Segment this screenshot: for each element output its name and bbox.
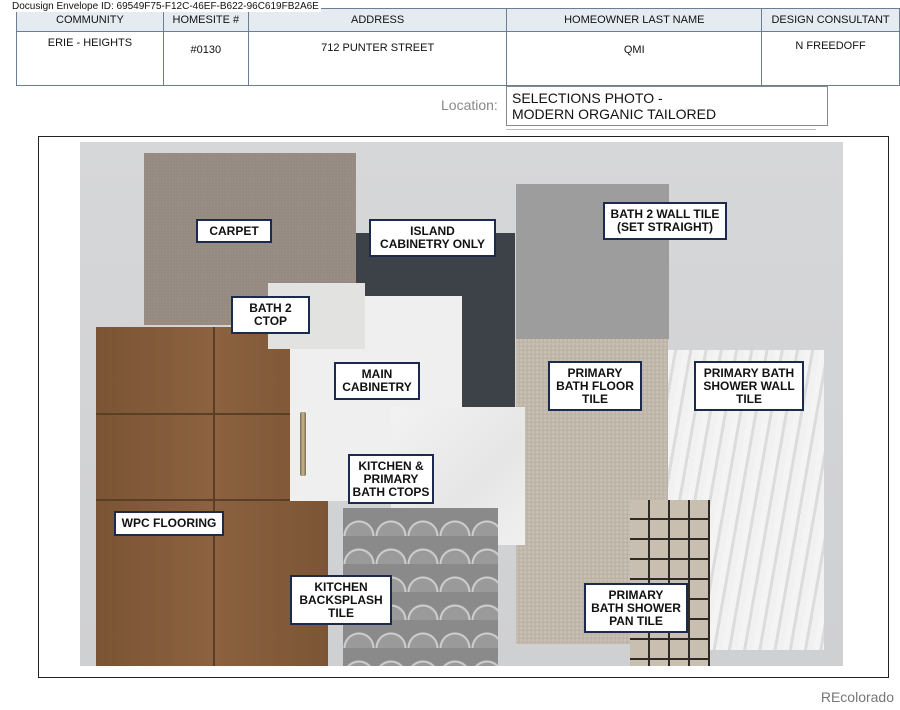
header-homeowner: HOMEOWNER LAST NAME [506,8,763,32]
label-bath2-ctop: BATH 2 CTOP [231,296,310,334]
cabinet-handle [300,412,306,476]
value-address: 712 PUNTER STREET [247,31,508,86]
location-underline [506,129,816,130]
label-kitchen-backsplash-tile: KITCHEN BACKSPLASH TILE [290,575,392,625]
label-carpet: CARPET [196,219,272,243]
location-line-1: SELECTIONS PHOTO - [512,90,663,106]
recolorado-brand: REcolorado [820,689,894,705]
label-kitchen-primary-ctops: KITCHEN & PRIMARY BATH CTOPS [348,454,434,504]
label-primary-bath-shower-wall-tile: PRIMARY BATH SHOWER WALL TILE [694,361,804,411]
location-label: Location: [441,97,498,113]
label-primary-bath-shower-pan-tile: PRIMARY BATH SHOWER PAN TILE [584,583,688,633]
docusign-envelope-id: Docusign Envelope ID: 69549F75-F12C-46EF… [10,1,321,12]
label-primary-bath-floor-tile: PRIMARY BATH FLOOR TILE [548,361,642,411]
label-wpc-flooring: WPC FLOORING [114,511,224,536]
value-homesite: #0130 [162,31,249,86]
header-consultant: DESIGN CONSULTANT [761,8,900,32]
label-bath2-wall-tile: BATH 2 WALL TILE (SET STRAIGHT) [603,202,727,240]
location-value-box: SELECTIONS PHOTO - MODERN ORGANIC TAILOR… [506,86,828,126]
value-consultant: N FREEDOFF [761,31,900,86]
label-island-cabinetry: ISLAND CABINETRY ONLY [369,219,496,257]
location-line-2: MODERN ORGANIC TAILORED [512,106,717,122]
homesite-info-table: COMMUNITY HOMESITE # ADDRESS HOMEOWNER L… [16,8,900,86]
label-main-cabinetry: MAIN CABINETRY [334,362,420,400]
value-homeowner: QMI [506,31,763,86]
value-community: ERIE - HEIGHTS [16,31,164,86]
